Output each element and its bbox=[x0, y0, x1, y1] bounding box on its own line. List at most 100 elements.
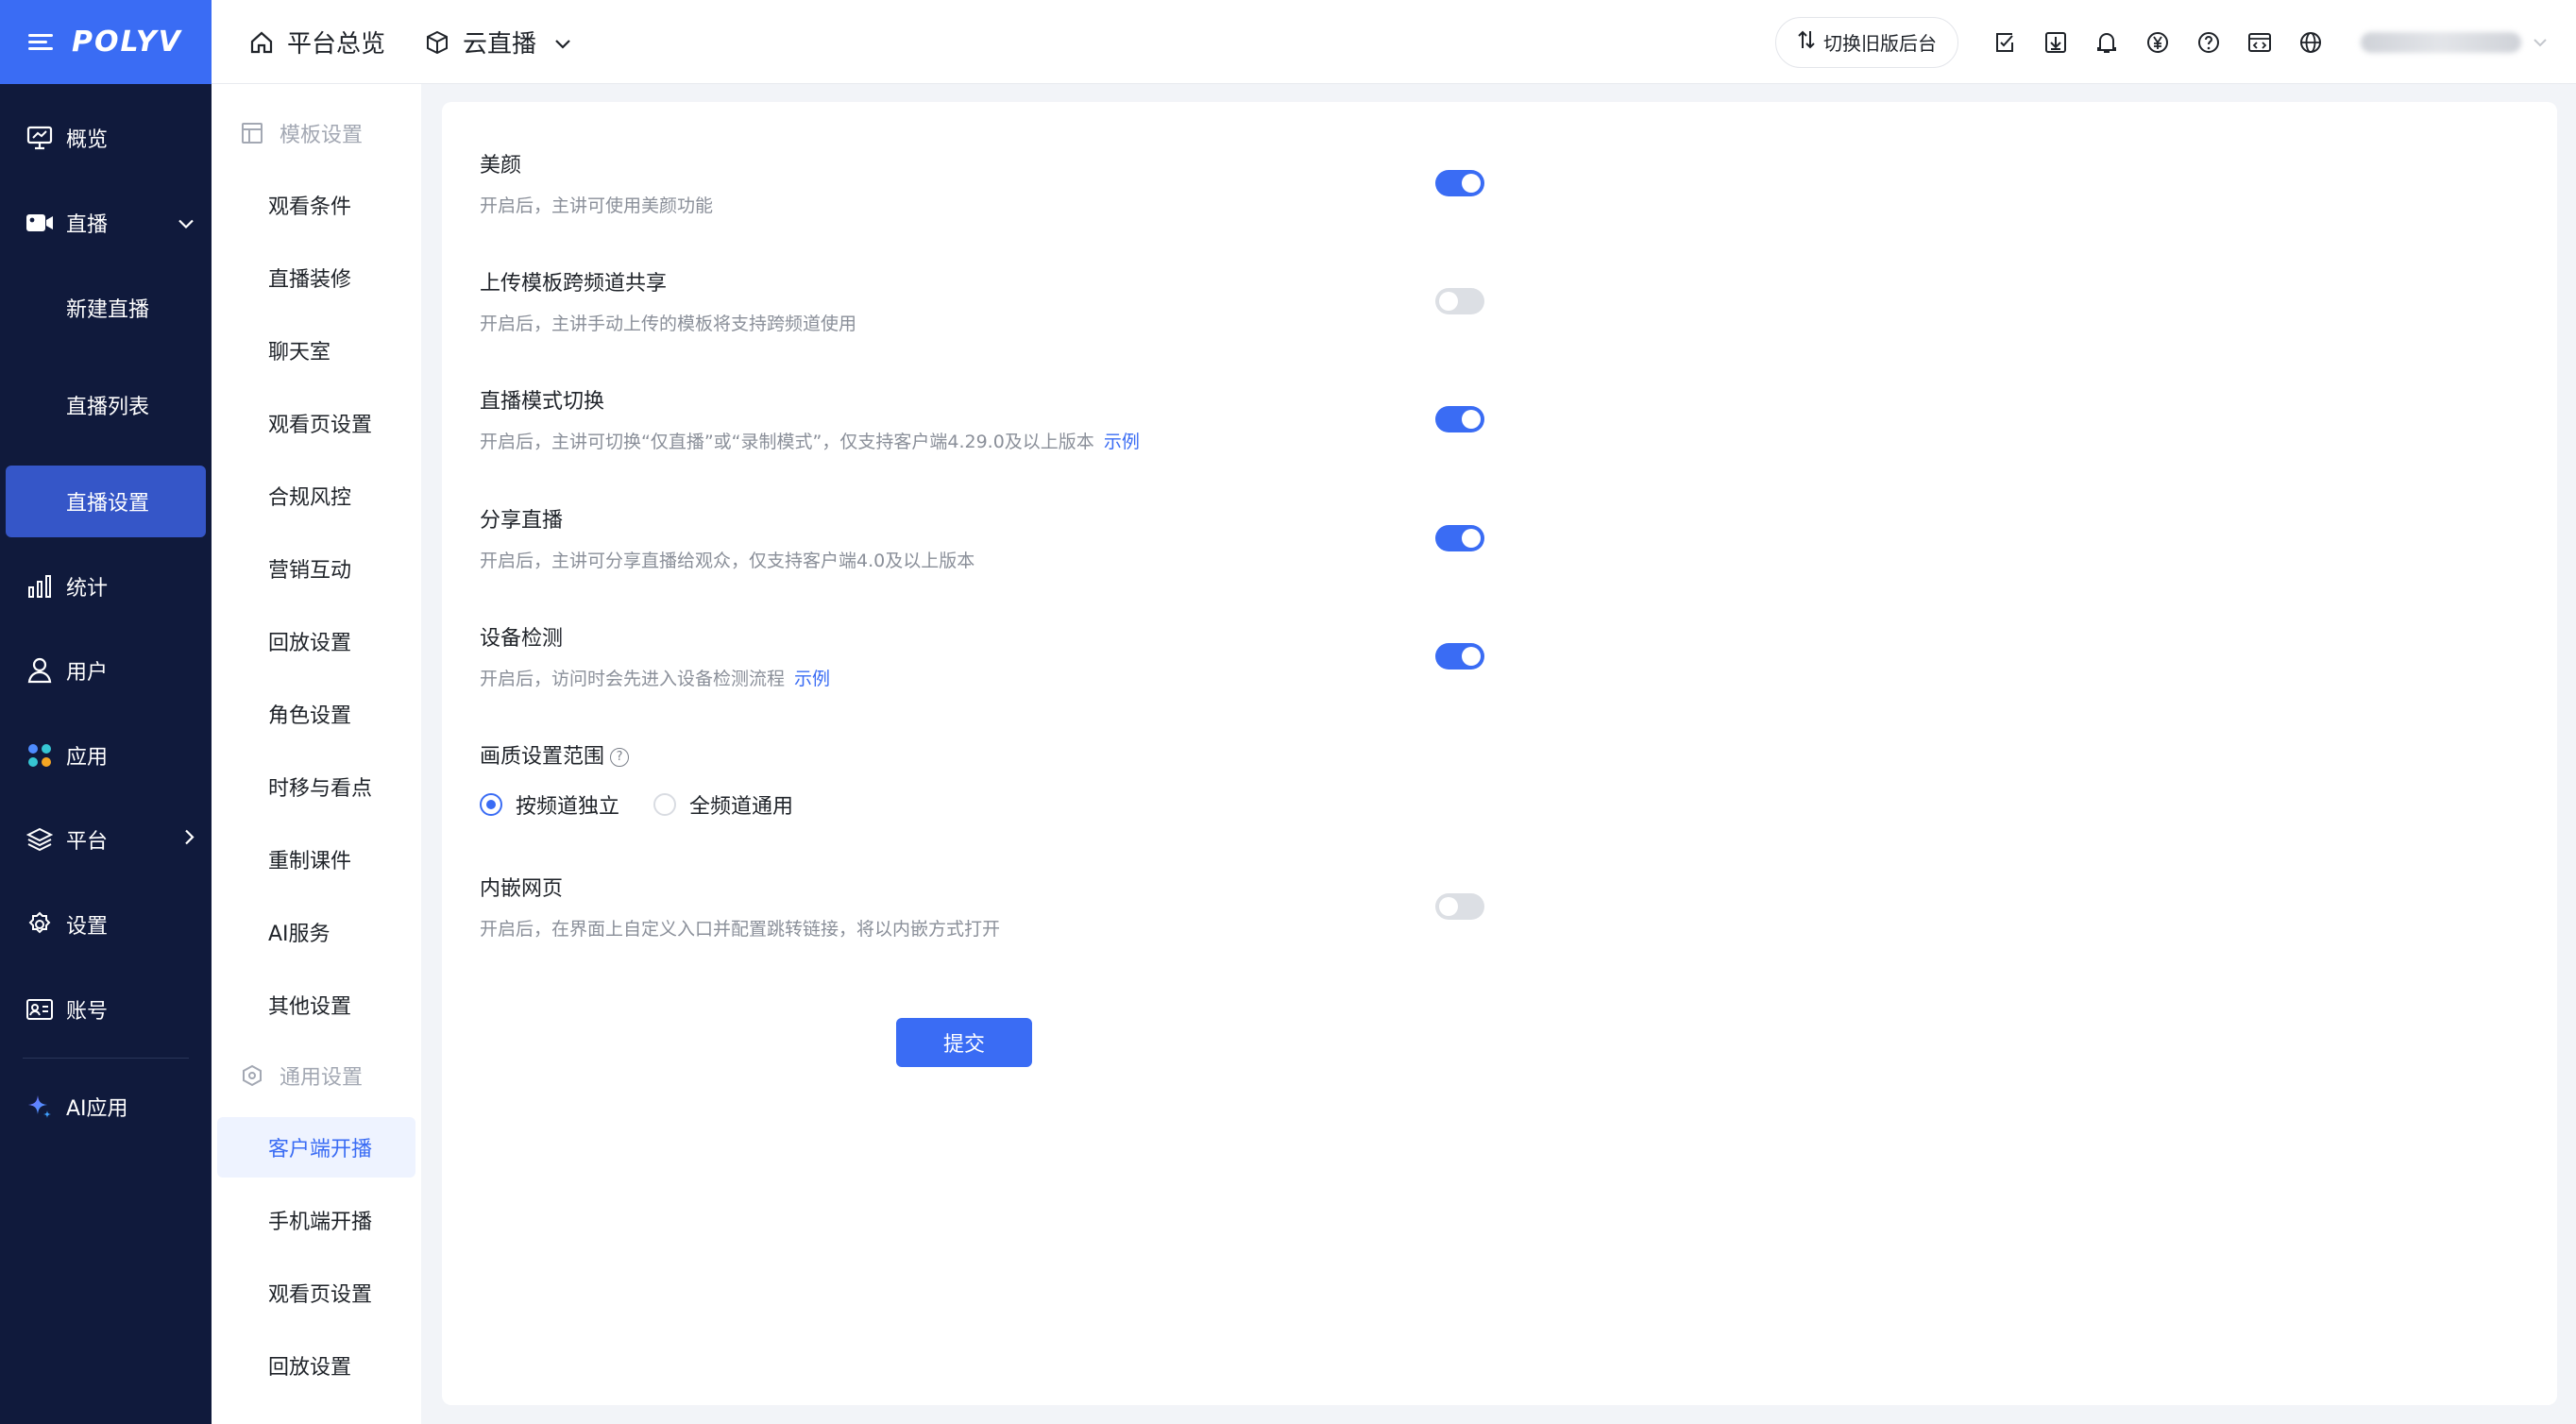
home-icon bbox=[247, 28, 276, 57]
yen-icon[interactable] bbox=[2132, 17, 2183, 68]
submenu-item-client-broadcast[interactable]: 客户端开播 bbox=[217, 1117, 415, 1178]
template-share-toggle[interactable] bbox=[1435, 288, 1484, 314]
nav-label: 用户 bbox=[66, 661, 109, 685]
setting-description: 开启后，访问时会先进入设备检测流程 示例 bbox=[480, 666, 1991, 692]
mode-switch-toggle[interactable] bbox=[1435, 406, 1484, 432]
submenu-item-label: 聊天室 bbox=[268, 341, 331, 364]
id-card-icon bbox=[25, 994, 55, 1025]
nav-label: AI应用 bbox=[66, 1097, 128, 1121]
nav-sub-live-list[interactable]: 直播列表 bbox=[0, 369, 212, 441]
nav-item-ai-apps[interactable]: AI应用 bbox=[0, 1074, 212, 1140]
submenu-item-label: 重制课件 bbox=[268, 850, 352, 873]
submenu-item-label: 合规风控 bbox=[268, 486, 352, 510]
submenu-item-ai-service[interactable]: AI服务 bbox=[217, 902, 415, 962]
submenu-item-label: 客户端开播 bbox=[268, 1138, 373, 1161]
help-icon[interactable]: ? bbox=[610, 748, 630, 767]
share-live-toggle[interactable] bbox=[1435, 525, 1484, 551]
nav-sub-new-live[interactable]: 新建直播 bbox=[0, 272, 212, 344]
submenu-item-playback[interactable]: 回放设置 bbox=[217, 611, 415, 671]
nav-item-apps[interactable]: 应用 bbox=[0, 722, 212, 788]
nav-sub-live-settings[interactable]: 直播设置 bbox=[6, 466, 206, 537]
submenu-item-live-decoration[interactable]: 直播装修 bbox=[217, 247, 415, 308]
nav-item-live[interactable]: 直播 bbox=[0, 190, 212, 256]
radio-all-channels[interactable]: 全频道通用 bbox=[653, 789, 793, 820]
nav-label: 概览 bbox=[66, 128, 109, 152]
nav-item-overview[interactable]: 概览 bbox=[0, 105, 212, 171]
user-account-menu[interactable] bbox=[2361, 31, 2521, 53]
nav-label: 统计 bbox=[66, 577, 109, 601]
example-link[interactable]: 示例 bbox=[1104, 432, 1140, 452]
chevron-down-icon bbox=[178, 212, 195, 235]
embed-page-toggle[interactable] bbox=[1435, 893, 1484, 920]
device-check-toggle[interactable] bbox=[1435, 643, 1484, 670]
nav-sub-label: 新建直播 bbox=[66, 298, 150, 322]
submenu-item-marketing[interactable]: 营销互动 bbox=[217, 538, 415, 599]
radio-checked-icon bbox=[480, 793, 502, 816]
submenu-item-chatroom[interactable]: 聊天室 bbox=[217, 320, 415, 381]
beauty-toggle[interactable] bbox=[1435, 170, 1484, 196]
submenu-item-label: 回放设置 bbox=[268, 632, 352, 655]
platform-overview-link[interactable]: 平台总览 bbox=[287, 25, 385, 59]
submit-button[interactable]: 提交 bbox=[896, 1018, 1032, 1067]
submenu-group-template: 模板设置 bbox=[240, 114, 363, 152]
radio-label: 全频道通用 bbox=[689, 795, 794, 819]
switch-old-admin-button[interactable]: 切换旧版后台 bbox=[1775, 16, 1958, 68]
radio-label: 按频道独立 bbox=[516, 795, 620, 819]
cube-icon bbox=[423, 28, 451, 57]
setting-description-text: 开启后，主讲可切换“仅直播”或“录制模式”，仅支持客户端4.29.0及以上版本 bbox=[480, 432, 1094, 452]
nav-label: 平台 bbox=[66, 830, 109, 854]
nav-item-statistics[interactable]: 统计 bbox=[0, 553, 212, 619]
nav-label: 直播 bbox=[66, 213, 109, 237]
nav-item-account[interactable]: 账号 bbox=[0, 976, 212, 1043]
top-bar: 平台总览 云直播 切换旧版后台 bbox=[212, 0, 2576, 84]
product-selector[interactable]: 云直播 bbox=[463, 25, 536, 59]
setting-row-share-live: 分享直播 开启后，主讲可分享直播给观众，仅支持客户端4.0及以上版本 bbox=[480, 506, 1991, 574]
layout-template-icon bbox=[240, 121, 264, 145]
nav-divider bbox=[23, 1058, 189, 1059]
setting-row-embed-page: 内嵌网页 开启后，在界面上自定义入口并配置跳转链接，将以内嵌方式打开 bbox=[480, 874, 1991, 942]
submenu-item-timeshift[interactable]: 时移与看点 bbox=[217, 756, 415, 817]
nav-item-platform[interactable]: 平台 bbox=[0, 806, 212, 873]
main-nav: POLYV 概览 直播 新建直播 直播列表 直播设置 统计 用户 应用 平台 设… bbox=[0, 0, 212, 1424]
submenu-item-compliance[interactable]: 合规风控 bbox=[217, 466, 415, 526]
chevron-down-icon[interactable] bbox=[553, 28, 572, 57]
radio-per-channel[interactable]: 按频道独立 bbox=[480, 789, 619, 820]
submenu-item-general-watch-page[interactable]: 观看页设置 bbox=[217, 1263, 415, 1323]
setting-row-quality-scope: 画质设置范围? 按频道独立 全频道通用 bbox=[480, 742, 1991, 820]
chevron-down-icon[interactable] bbox=[2533, 33, 2548, 51]
submenu-item-remake-courseware[interactable]: 重制课件 bbox=[217, 829, 415, 890]
setting-description: 开启后，主讲可分享直播给观众，仅支持客户端4.0及以上版本 bbox=[480, 551, 975, 571]
setting-title: 内嵌网页 bbox=[480, 877, 564, 901]
switch-old-admin-label: 切换旧版后台 bbox=[1823, 32, 1937, 55]
hamburger-menu-icon[interactable] bbox=[28, 32, 53, 53]
example-link[interactable]: 示例 bbox=[794, 669, 830, 689]
brand-bar: POLYV bbox=[0, 0, 212, 84]
layers-icon bbox=[25, 824, 55, 855]
bell-icon[interactable] bbox=[2081, 17, 2132, 68]
globe-icon[interactable] bbox=[2285, 17, 2336, 68]
quality-scope-title: 画质设置范围 bbox=[480, 745, 605, 769]
setting-title: 上传模板跨频道共享 bbox=[480, 272, 668, 296]
setting-description-text: 开启后，访问时会先进入设备检测流程 bbox=[480, 669, 786, 689]
download-icon[interactable] bbox=[2030, 17, 2081, 68]
user-icon bbox=[25, 655, 55, 686]
submenu-item-roles[interactable]: 角色设置 bbox=[217, 684, 415, 744]
submenu-item-watch-page[interactable]: 观看页设置 bbox=[217, 393, 415, 453]
setting-title: 美颜 bbox=[480, 154, 522, 178]
help-icon[interactable] bbox=[2183, 17, 2234, 68]
nav-sub-label: 直播列表 bbox=[66, 396, 150, 419]
checklist-icon[interactable] bbox=[1979, 17, 2030, 68]
sparkle-icon bbox=[25, 1092, 55, 1122]
submenu-item-viewing-conditions[interactable]: 观看条件 bbox=[217, 175, 415, 235]
setting-title: 直播模式切换 bbox=[480, 390, 605, 414]
setting-row-mode-switch: 直播模式切换 开启后，主讲可切换“仅直播”或“录制模式”，仅支持客户端4.29.… bbox=[480, 387, 1991, 455]
submenu-item-general-playback[interactable]: 回放设置 bbox=[217, 1335, 415, 1396]
nav-item-users[interactable]: 用户 bbox=[0, 637, 212, 704]
nav-item-settings[interactable]: 设置 bbox=[0, 891, 212, 958]
submenu-group-label: 模板设置 bbox=[280, 124, 364, 147]
code-window-icon[interactable] bbox=[2234, 17, 2285, 68]
submenu-item-label: 回放设置 bbox=[268, 1356, 352, 1380]
submenu-item-mobile-broadcast[interactable]: 手机端开播 bbox=[217, 1190, 415, 1250]
submenu-item-other-settings[interactable]: 其他设置 bbox=[217, 975, 415, 1035]
setting-description: 开启后，主讲可切换“仅直播”或“录制模式”，仅支持客户端4.29.0及以上版本示… bbox=[480, 429, 1991, 455]
